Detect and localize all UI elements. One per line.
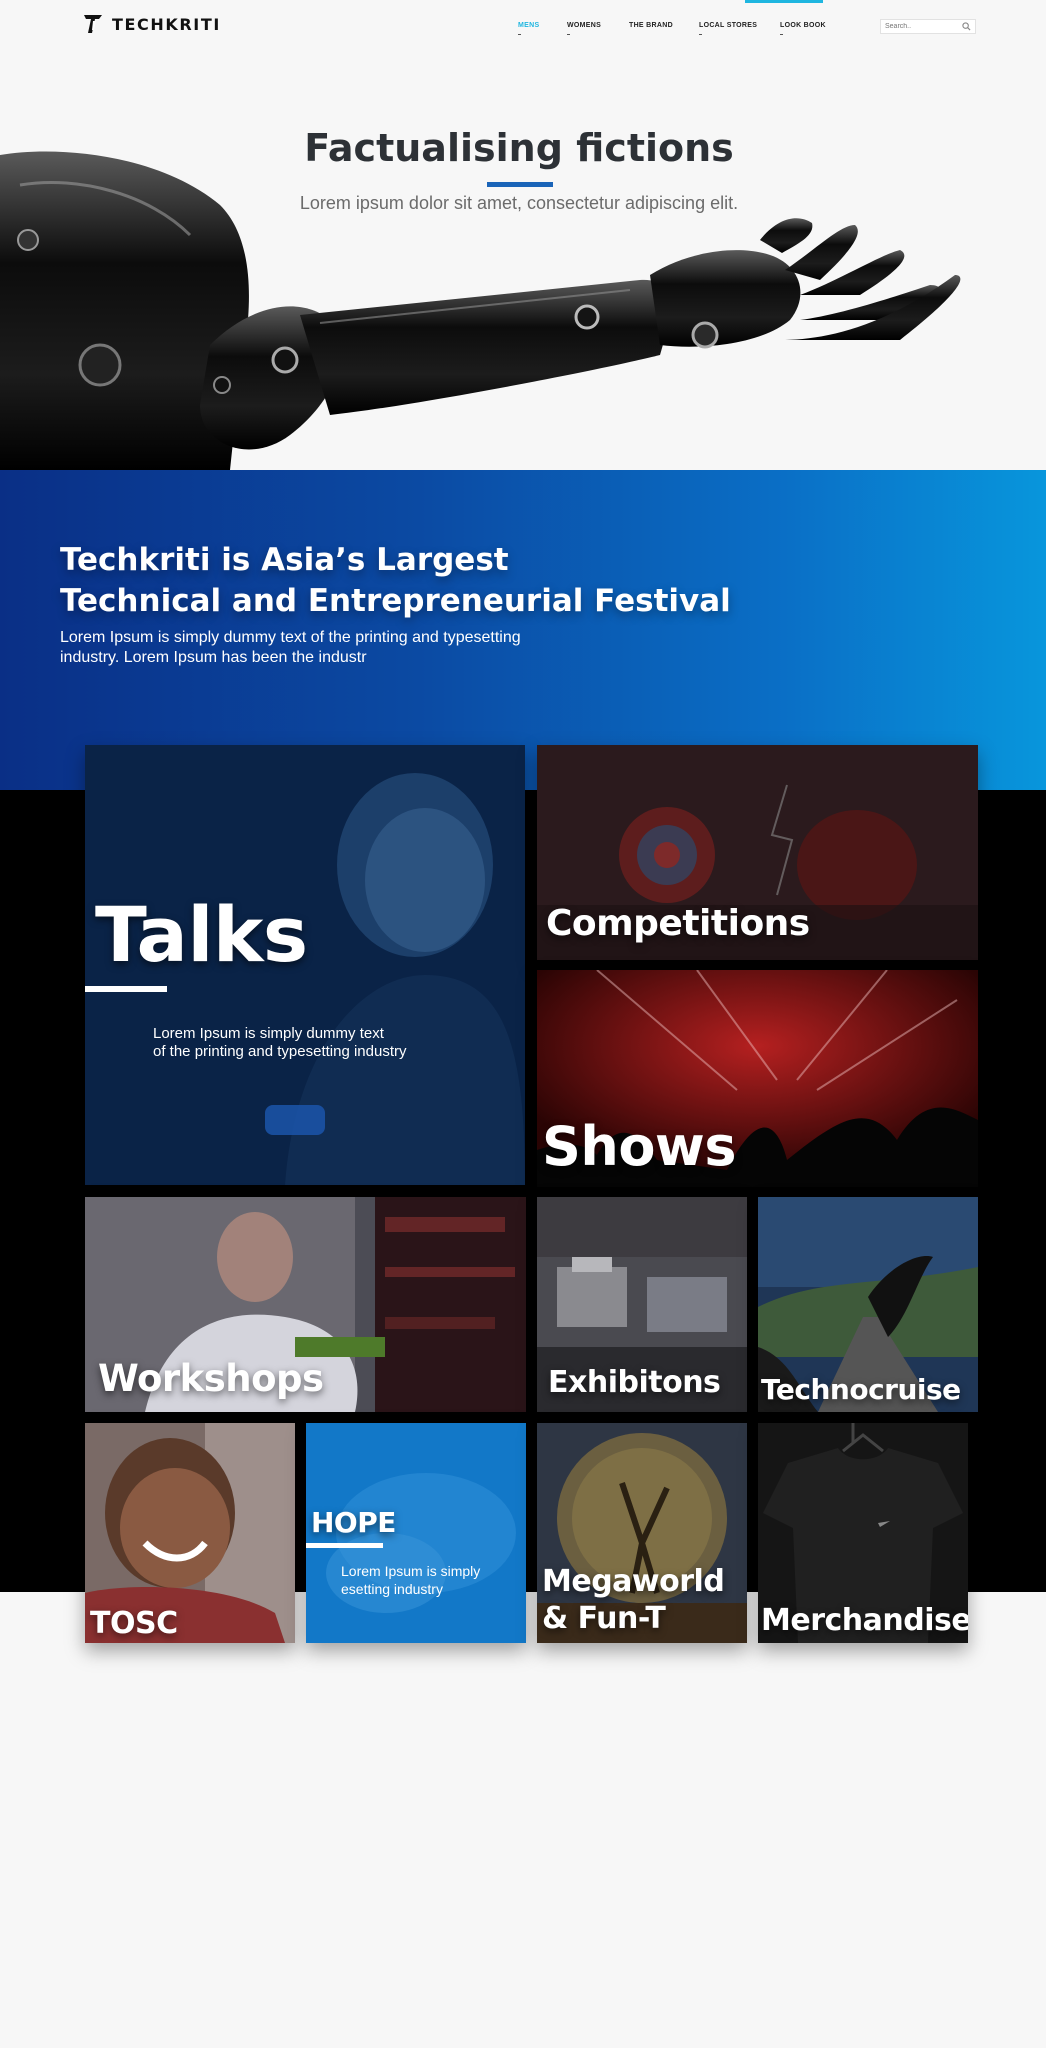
tile-megaworld[interactable]: Megaworld & Fun-T bbox=[537, 1423, 747, 1643]
nav-dash bbox=[780, 34, 783, 35]
brand-logo[interactable]: TECHKRITI bbox=[82, 13, 221, 35]
tile-talks-desc-line2: of the printing and typesetting industry bbox=[153, 1043, 407, 1060]
tile-megaworld-label-line2: & Fun-T bbox=[542, 1601, 666, 1636]
hero-title: Factualising fictions bbox=[304, 126, 734, 170]
tile-technocruise-label: Technocruise bbox=[761, 1373, 961, 1406]
tile-shows-label: Shows bbox=[542, 1115, 736, 1178]
tile-tosc[interactable]: TOSC bbox=[85, 1423, 295, 1643]
tile-talks[interactable]: Talks Lorem Ipsum is simply dummy text o… bbox=[85, 745, 525, 1185]
intro-description: Lorem Ipsum is simply dummy text of the … bbox=[60, 628, 620, 668]
hero-subtitle: Lorem ipsum dolor sit amet, consectetur … bbox=[299, 193, 739, 213]
tile-megaworld-label-line1: Megaworld bbox=[542, 1564, 725, 1599]
tile-talks-label: Talks bbox=[95, 890, 308, 979]
tile-merchandise-label: Merchandise bbox=[761, 1603, 968, 1638]
nav-dash bbox=[518, 34, 521, 35]
tile-competitions[interactable]: Competitions bbox=[537, 745, 978, 960]
nav-item-look-book[interactable]: LOOK BOOK bbox=[780, 22, 826, 35]
tile-hope-underline bbox=[306, 1543, 383, 1548]
nav-dash bbox=[567, 34, 570, 35]
tile-hope-description: Lorem Ipsum is simply esetting industry bbox=[341, 1562, 480, 1598]
intro-desc-line2: industry. Lorem Ipsum has been the indus… bbox=[60, 649, 367, 666]
tile-tosc-label: TOSC bbox=[90, 1606, 178, 1641]
nav-dash bbox=[699, 34, 702, 35]
top-navbar: TECHKRITI MENS WOMENS THE BRAND LOCAL ST… bbox=[0, 0, 1046, 50]
tile-hope[interactable]: HOPE Lorem Ipsum is simply esetting indu… bbox=[306, 1423, 526, 1643]
nav-item-local-stores[interactable]: LOCAL STORES bbox=[699, 22, 758, 35]
tile-hope-label: HOPE bbox=[311, 1506, 396, 1539]
techkriti-logo-icon bbox=[84, 15, 102, 33]
tile-workshops-label: Workshops bbox=[98, 1357, 324, 1400]
search-input[interactable] bbox=[885, 21, 957, 32]
tile-merchandise[interactable]: Merchandise bbox=[758, 1423, 968, 1643]
tile-workshops[interactable]: Workshops bbox=[85, 1197, 526, 1412]
tile-shows[interactable]: Shows bbox=[537, 970, 978, 1187]
nav-item-label: LOCAL STORES bbox=[699, 22, 758, 29]
tile-hope-desc-line1: Lorem Ipsum is simply bbox=[341, 1563, 481, 1579]
tile-talks-desc-line1: Lorem Ipsum is simply dummy text bbox=[153, 1025, 384, 1042]
nav-item-mens[interactable]: MENS bbox=[518, 22, 540, 35]
nav-item-label: WOMENS bbox=[567, 22, 602, 29]
tile-talks-underline bbox=[85, 986, 167, 992]
tile-megaworld-label: Megaworld & Fun-T bbox=[542, 1563, 725, 1637]
intro-title: Techkriti is Asia’s Largest Technical an… bbox=[60, 540, 731, 622]
intro-desc-line1: Lorem Ipsum is simply dummy text of the … bbox=[60, 629, 521, 646]
intro-title-line1: Techkriti is Asia’s Largest bbox=[60, 542, 509, 578]
tile-technocruise[interactable]: Technocruise bbox=[758, 1197, 978, 1412]
tile-talks-description: Lorem Ipsum is simply dummy text of the … bbox=[153, 1025, 407, 1061]
tile-exhibitions[interactable]: Exhibitons bbox=[537, 1197, 747, 1412]
nav-item-the-brand[interactable]: THE BRAND bbox=[629, 22, 673, 29]
nav-item-label: THE BRAND bbox=[629, 22, 673, 29]
tile-exhibitions-label: Exhibitons bbox=[548, 1365, 721, 1400]
brand-name: TECHKRITI bbox=[112, 14, 221, 34]
hero-title-underline bbox=[487, 182, 553, 187]
tile-competitions-label: Competitions bbox=[546, 903, 810, 944]
search-icon[interactable] bbox=[962, 22, 971, 31]
search-box bbox=[880, 19, 976, 34]
nav-item-label: LOOK BOOK bbox=[780, 22, 826, 29]
intro-title-line2: Technical and Entrepreneurial Festival bbox=[60, 583, 731, 619]
nav-item-label: MENS bbox=[518, 22, 540, 29]
nav-item-womens[interactable]: WOMENS bbox=[567, 22, 602, 35]
tile-hope-desc-line2: esetting industry bbox=[341, 1581, 443, 1597]
nav-accent-bar bbox=[745, 0, 823, 3]
